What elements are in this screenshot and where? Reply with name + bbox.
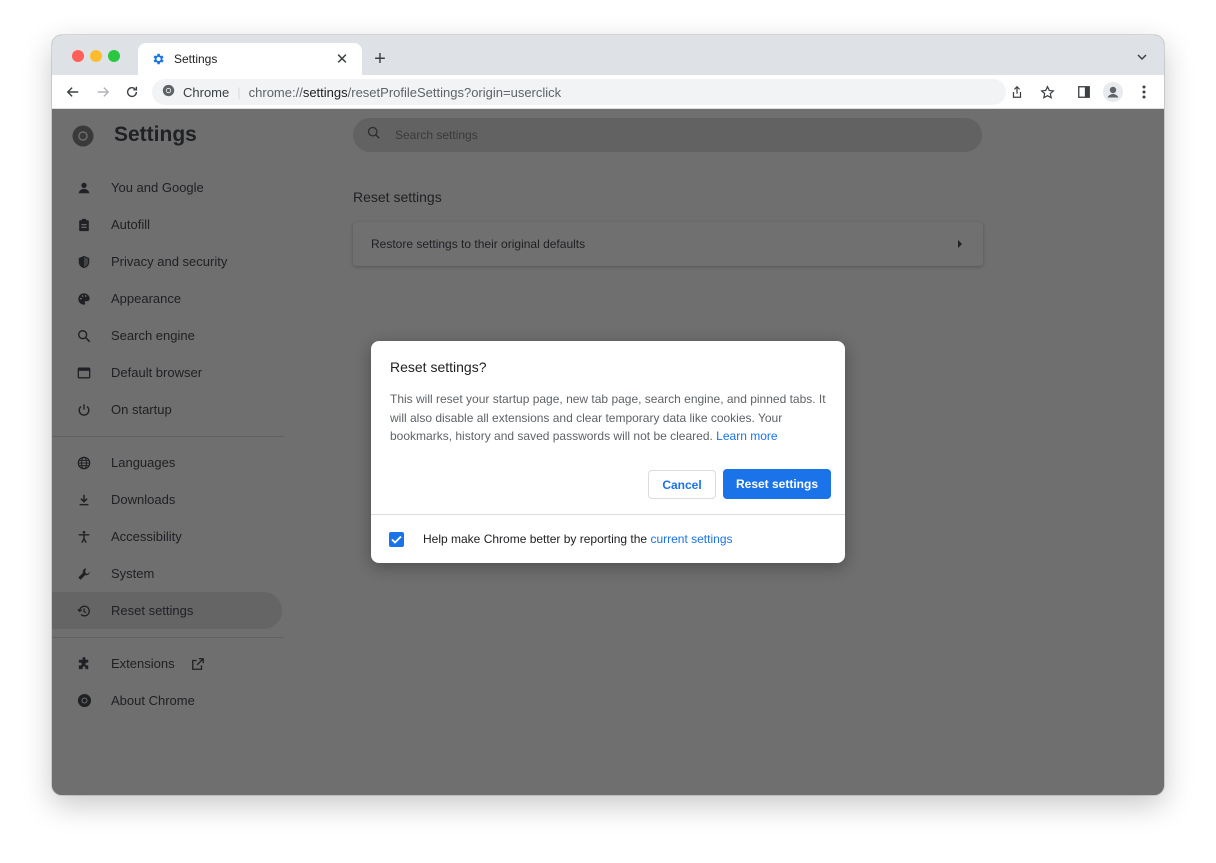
url-scheme: chrome:// bbox=[248, 84, 303, 100]
sidebar-item-label: Appearance bbox=[111, 291, 182, 306]
sidebar-item-label: Extensions bbox=[111, 656, 175, 671]
sidebar-item-label: You and Google bbox=[111, 180, 204, 195]
search-icon bbox=[367, 126, 381, 145]
sidebar-item-accessibility[interactable]: Accessibility bbox=[52, 518, 282, 555]
bookmark-star-icon[interactable] bbox=[1036, 81, 1058, 103]
search-bar[interactable] bbox=[353, 118, 982, 152]
wrench-icon bbox=[76, 566, 92, 582]
sidebar-nav: You and Google Autofill Privacy and secu… bbox=[52, 169, 284, 719]
person-icon bbox=[76, 180, 92, 196]
sidebar-item-search-engine[interactable]: Search engine bbox=[52, 317, 282, 354]
gear-icon bbox=[150, 51, 166, 67]
minimize-window-button[interactable] bbox=[90, 50, 102, 62]
url-host: settings bbox=[302, 84, 348, 100]
tab-settings[interactable]: Settings ✕ bbox=[138, 43, 362, 75]
profile-avatar-icon[interactable] bbox=[1102, 81, 1124, 103]
sidebar-item-label: Languages bbox=[111, 455, 176, 470]
sidebar-item-appearance[interactable]: Appearance bbox=[52, 280, 282, 317]
omnibox-separator: | bbox=[237, 84, 241, 100]
sidebar-item-label: Default browser bbox=[111, 365, 203, 380]
learn-more-link[interactable]: Learn more bbox=[716, 429, 777, 443]
report-settings-label: Help make Chrome better by reporting the… bbox=[423, 532, 733, 546]
sidebar-item-downloads[interactable]: Downloads bbox=[52, 481, 282, 518]
reload-icon[interactable] bbox=[121, 81, 143, 103]
search-icon bbox=[76, 328, 92, 344]
url-text: chrome://settings/resetProfileSettings?o… bbox=[249, 85, 562, 100]
power-icon bbox=[76, 402, 92, 418]
forward-arrow-icon[interactable] bbox=[92, 81, 114, 103]
cancel-button[interactable]: Cancel bbox=[648, 470, 716, 499]
more-menu-icon[interactable] bbox=[1133, 81, 1155, 103]
sidebar-item-on-startup[interactable]: On startup bbox=[52, 391, 282, 428]
url-path: /resetProfileSettings?origin=userclick bbox=[347, 84, 562, 100]
report-settings-checkbox[interactable] bbox=[389, 531, 404, 547]
sidebar-item-label: Search engine bbox=[111, 328, 195, 343]
clipboard-icon bbox=[76, 217, 92, 233]
sidebar-item-you-and-google[interactable]: You and Google bbox=[52, 169, 282, 206]
section-title: Reset settings bbox=[353, 189, 442, 205]
sidebar-item-label: Accessibility bbox=[111, 529, 182, 544]
sidebar-item-system[interactable]: System bbox=[52, 555, 282, 592]
shield-icon bbox=[76, 254, 92, 270]
sidebar-item-label: Autofill bbox=[111, 217, 151, 232]
dialog-body: This will reset your startup page, new t… bbox=[390, 390, 830, 446]
search-input[interactable] bbox=[395, 128, 955, 142]
sidebar-divider bbox=[52, 637, 284, 638]
sidebar-item-extensions[interactable]: Extensions bbox=[52, 645, 282, 682]
chrome-logo-icon bbox=[72, 125, 94, 147]
restore-defaults-row[interactable]: Restore settings to their original defau… bbox=[353, 222, 983, 266]
checkmark-icon bbox=[391, 535, 402, 544]
tab-title: Settings bbox=[174, 52, 218, 66]
sidebar-item-privacy[interactable]: Privacy and security bbox=[52, 243, 282, 280]
toolbar: Chrome | chrome://settings/resetProfileS… bbox=[52, 75, 1164, 109]
puzzle-icon bbox=[76, 656, 92, 672]
open-in-new-icon bbox=[191, 657, 205, 671]
sidebar-item-reset-settings[interactable]: Reset settings bbox=[52, 592, 282, 629]
sidebar-item-label: Downloads bbox=[111, 492, 176, 507]
close-window-button[interactable] bbox=[72, 50, 84, 62]
browser-icon bbox=[76, 365, 92, 381]
sidebar-item-label: System bbox=[111, 566, 155, 581]
sidebar-item-label: About Chrome bbox=[111, 693, 195, 708]
new-tab-button[interactable]: + bbox=[370, 48, 390, 70]
sidebar-item-autofill[interactable]: Autofill bbox=[52, 206, 282, 243]
tab-search-chevron-down-icon[interactable] bbox=[1134, 49, 1150, 65]
chrome-icon bbox=[76, 693, 92, 709]
address-bar[interactable]: Chrome | chrome://settings/resetProfileS… bbox=[152, 79, 1006, 105]
chrome-logo-icon bbox=[162, 84, 175, 100]
sidebar-item-about-chrome[interactable]: About Chrome bbox=[52, 682, 282, 719]
download-icon bbox=[76, 492, 92, 508]
side-panel-icon[interactable] bbox=[1073, 81, 1095, 103]
sidebar-item-label: Reset settings bbox=[111, 603, 194, 618]
site-name: Chrome bbox=[183, 84, 230, 100]
accessibility-icon bbox=[76, 529, 92, 545]
sidebar-item-label: Privacy and security bbox=[111, 254, 228, 269]
reset-settings-dialog: Reset settings? This will reset your sta… bbox=[371, 341, 845, 563]
maximize-window-button[interactable] bbox=[108, 50, 120, 62]
reset-settings-button[interactable]: Reset settings bbox=[723, 469, 831, 499]
footer-text: Help make Chrome better by reporting the bbox=[423, 532, 648, 546]
share-icon[interactable] bbox=[1006, 81, 1028, 103]
arrow-right-icon bbox=[955, 239, 965, 249]
back-arrow-icon[interactable] bbox=[62, 81, 84, 103]
globe-icon bbox=[76, 455, 92, 471]
page-title: Settings bbox=[114, 123, 197, 146]
dialog-footer: Help make Chrome better by reporting the… bbox=[371, 514, 845, 563]
sidebar-item-languages[interactable]: Languages bbox=[52, 444, 282, 481]
restore-defaults-label: Restore settings to their original defau… bbox=[371, 237, 586, 251]
current-settings-link[interactable]: current settings bbox=[650, 532, 732, 546]
palette-icon bbox=[76, 291, 92, 307]
sidebar-item-label: On startup bbox=[111, 402, 172, 417]
close-tab-icon[interactable]: ✕ bbox=[334, 51, 350, 68]
restore-icon bbox=[76, 603, 92, 619]
tab-strip: Settings ✕ + bbox=[52, 35, 1164, 75]
dialog-title: Reset settings? bbox=[390, 359, 487, 375]
sidebar-item-default-browser[interactable]: Default browser bbox=[52, 354, 282, 391]
sidebar-divider bbox=[52, 436, 284, 437]
